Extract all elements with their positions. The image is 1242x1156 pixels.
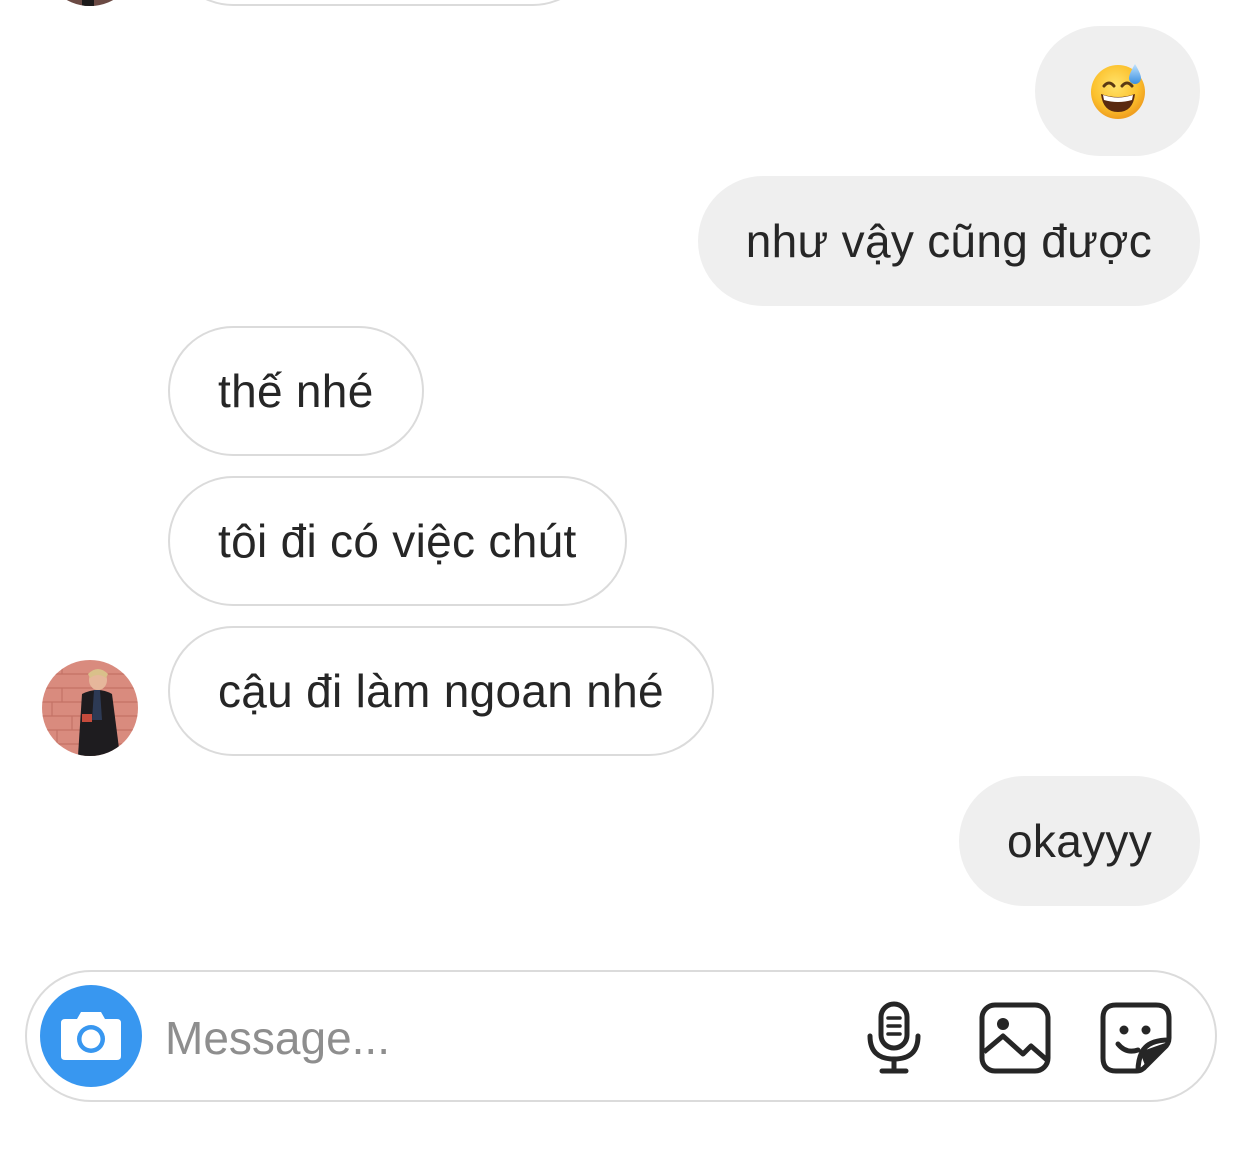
message-composer: Message... xyxy=(25,970,1217,1102)
received-message-bubble[interactable]: cậu đi làm ngoan nhé xyxy=(168,626,714,756)
gallery-icon xyxy=(979,1002,1051,1074)
sender-avatar[interactable] xyxy=(42,660,138,756)
message-text: thế nhé xyxy=(218,365,374,417)
message-text: như vậy cũng được xyxy=(745,215,1152,267)
received-bubble-partial xyxy=(168,0,598,6)
sticker-icon xyxy=(1100,1002,1172,1074)
avatar-partial xyxy=(42,0,138,6)
message-text: tôi đi có việc chút xyxy=(218,515,577,567)
microphone-icon xyxy=(864,1001,924,1075)
gallery-button[interactable] xyxy=(978,1001,1052,1075)
sent-emoji-bubble[interactable] xyxy=(1035,26,1200,156)
sticker-button[interactable] xyxy=(1099,1001,1173,1075)
chat-screen: như vậy cũng được thế nhé tôi đi có việc… xyxy=(0,0,1242,1156)
camera-icon xyxy=(59,1010,123,1062)
message-input-placeholder: Message... xyxy=(165,1012,390,1064)
voice-message-button[interactable] xyxy=(857,1001,931,1075)
sent-message-bubble[interactable]: okayyy xyxy=(959,776,1200,906)
message-text: okayyy xyxy=(1007,815,1152,867)
message-text: cậu đi làm ngoan nhé xyxy=(218,665,664,717)
received-message-bubble[interactable]: tôi đi có việc chút xyxy=(168,476,627,606)
grinning-sweat-emoji-icon xyxy=(1089,62,1147,120)
message-input[interactable]: Message... xyxy=(165,1010,390,1066)
received-message-bubble[interactable]: thế nhé xyxy=(168,326,424,456)
sent-message-bubble[interactable]: như vậy cũng được xyxy=(697,176,1200,306)
camera-button[interactable] xyxy=(40,985,142,1087)
